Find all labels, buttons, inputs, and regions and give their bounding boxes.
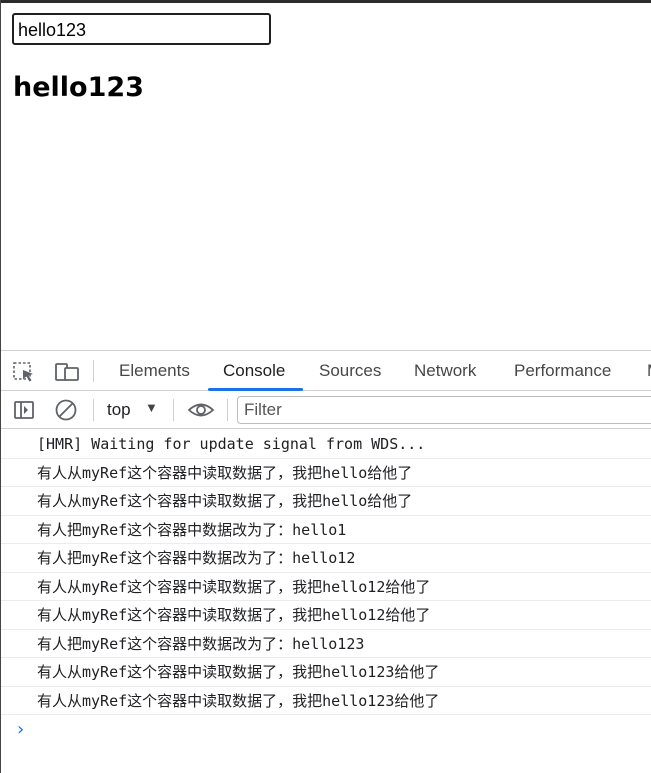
tab-sources[interactable]: Sources <box>319 351 381 391</box>
console-message: 有人把myRef这个容器中数据改为了：hello123 <box>1 630 651 658</box>
console-message: 有人把myRef这个容器中数据改为了：hello12 <box>1 544 651 573</box>
devtools-tabbar: Elements Console Sources Network Perform… <box>1 350 651 391</box>
show-sidebar-icon[interactable] <box>12 399 36 421</box>
toolbar-separator-1 <box>93 399 94 421</box>
clear-console-icon[interactable] <box>53 398 79 422</box>
filter-input[interactable] <box>237 396 651 424</box>
console-message: 有人从myRef这个容器中读取数据了，我把hello给他了 <box>1 459 651 487</box>
tabbar-separator <box>93 360 94 382</box>
page-heading: hello123 <box>13 72 144 103</box>
toolbar-separator-2 <box>173 399 174 421</box>
tab-elements[interactable]: Elements <box>119 351 190 391</box>
console-message: [HMR] Waiting for update signal from WDS… <box>1 430 651 459</box>
tab-overflow[interactable]: M <box>647 351 651 391</box>
console-message: 有人从myRef这个容器中读取数据了，我把hello123给他了 <box>1 687 651 715</box>
toolbar-separator-3 <box>227 399 228 421</box>
device-toolbar-icon[interactable] <box>53 360 81 384</box>
inspect-element-icon[interactable] <box>11 360 37 384</box>
tab-console[interactable]: Console <box>223 351 285 391</box>
console-message: 有人从myRef这个容器中读取数据了，我把hello12给他了 <box>1 573 651 601</box>
console-message: 有人从myRef这个容器中读取数据了，我把hello12给他了 <box>1 601 651 630</box>
console-output: [HMR] Waiting for update signal from WDS… <box>1 430 651 745</box>
text-input[interactable] <box>12 13 271 45</box>
context-selector[interactable]: top <box>107 400 131 420</box>
live-expression-icon[interactable] <box>187 399 215 421</box>
console-toolbar: top ▼ <box>1 391 651 429</box>
console-prompt-icon[interactable]: › <box>1 715 651 745</box>
console-message: 有人从myRef这个容器中读取数据了，我把hello123给他了 <box>1 658 651 687</box>
window-top-edge <box>0 0 651 3</box>
caret-down-icon[interactable]: ▼ <box>145 400 158 415</box>
tab-network[interactable]: Network <box>414 351 476 391</box>
tab-performance[interactable]: Performance <box>514 351 611 391</box>
devtools-panel: Elements Console Sources Network Perform… <box>1 350 651 773</box>
console-message: 有人把myRef这个容器中数据改为了：hello1 <box>1 516 651 544</box>
console-message: 有人从myRef这个容器中读取数据了，我把hello给他了 <box>1 487 651 516</box>
